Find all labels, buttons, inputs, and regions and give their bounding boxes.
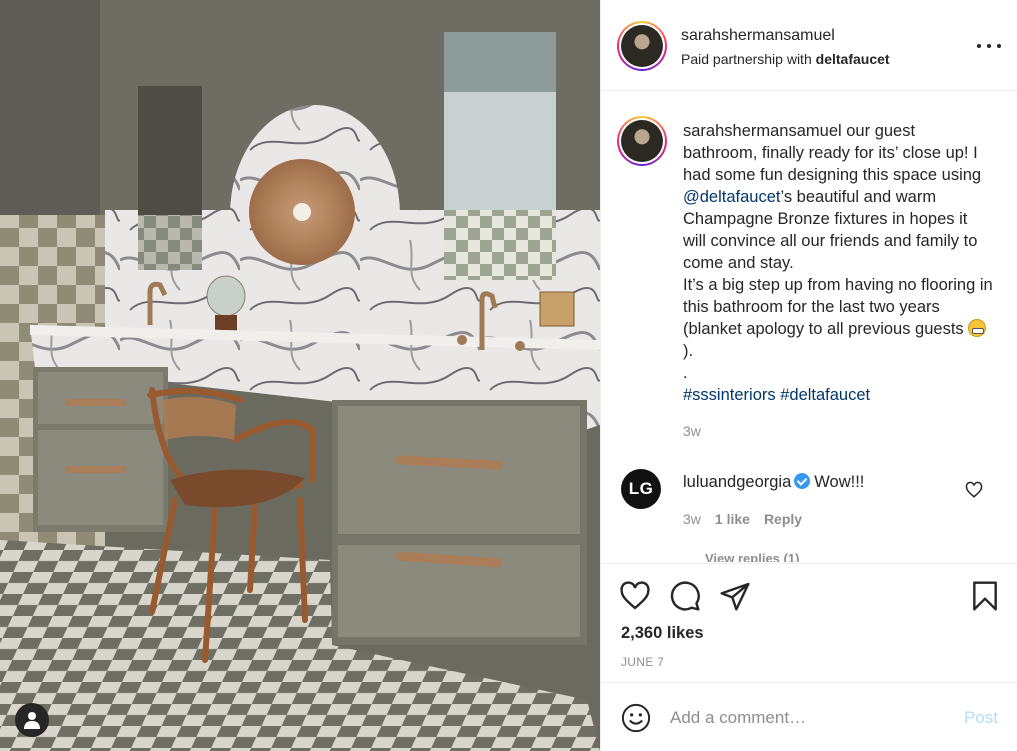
heart-icon[interactable] [619,580,651,612]
comment-reply-button[interactable]: Reply [764,511,802,527]
post-image[interactable] [0,0,600,751]
smile-icon[interactable] [621,703,651,733]
post-date[interactable]: JUNE 7 [621,655,664,669]
view-replies-button[interactable]: View replies (1) [705,551,799,562]
author-username[interactable]: sarahshermansamuel [681,27,835,45]
commenter-username[interactable]: luluandgeorgia [683,473,791,491]
comment-like-heart-icon[interactable] [965,481,983,499]
post-details-panel: sarahshermansamuel Paid partnership with… [600,0,1017,751]
likes-count[interactable]: 2,360 likes [621,624,704,643]
hashtag-sssinteriors[interactable]: #sssinteriors [683,386,776,404]
bathroom-photo [0,0,600,751]
comment-icon[interactable] [669,580,701,612]
bookmark-icon[interactable] [969,580,1001,612]
post-caption: sarahshermansamuel our guest bathroom, f… [683,120,993,406]
add-comment-bar: Post [601,682,1017,751]
paid-partnership-label: Paid partnership with deltafaucet [681,51,890,67]
share-icon[interactable] [719,580,751,612]
comment-text: Wow!!! [814,473,865,491]
caption-text-4: ). [683,342,694,360]
post-header: sarahshermansamuel Paid partnership with… [601,0,1017,91]
user-tag-button[interactable] [15,703,49,737]
caption-mention[interactable]: @deltafaucet [683,188,780,206]
more-dot [997,44,1001,48]
verified-badge-icon [794,473,811,489]
partner-link[interactable]: deltafaucet [816,51,890,67]
more-dot [987,44,991,48]
comment: luluandgeorgia Wow!!! [683,473,864,492]
caption-text-3: It’s a big step up from having no floori… [683,276,993,338]
grimace-emoji-icon [968,319,987,337]
post-actions: 2,360 likes JUNE 7 [601,563,1017,681]
comment-input[interactable] [670,703,930,733]
caption-age[interactable]: 3w [683,423,701,439]
partnership-prefix: Paid partnership with [681,51,816,67]
hashtag-deltafaucet[interactable]: #deltafaucet [780,386,870,404]
user-tag-icon [24,712,40,729]
caption-avatar[interactable] [617,116,667,166]
caption-username[interactable]: sarahshermansamuel [683,122,842,140]
more-options-icon [977,44,981,48]
comment-meta: 3w 1 like Reply [683,511,816,527]
comment-age[interactable]: 3w [683,511,701,527]
post-comment-button[interactable]: Post [964,708,998,728]
more-options-button[interactable] [977,36,1001,56]
comment-likes[interactable]: 1 like [715,511,750,527]
commenter-avatar[interactable]: LG [621,469,661,509]
comments-section[interactable]: sarahshermansamuel our guest bathroom, f… [601,92,1017,562]
caption-dot: . [683,364,688,382]
author-avatar[interactable] [617,21,667,71]
